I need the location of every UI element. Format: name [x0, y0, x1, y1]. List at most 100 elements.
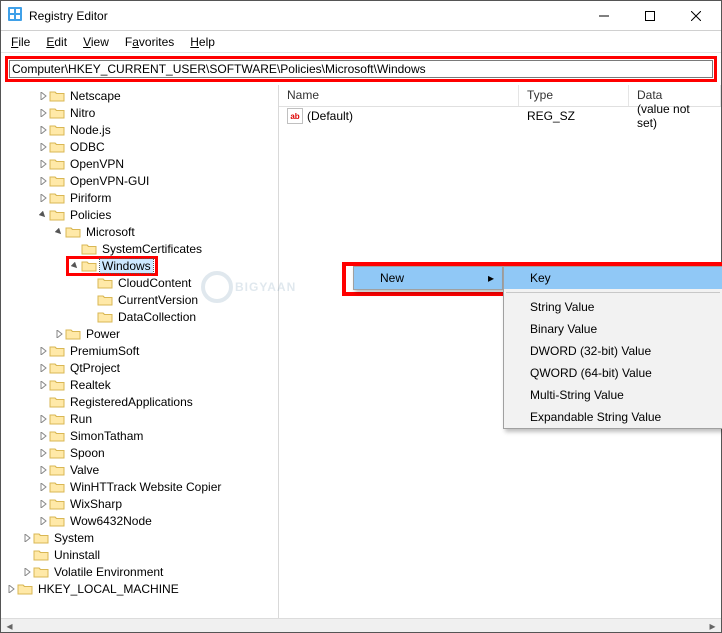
- tree-item[interactable]: Nitro: [5, 104, 278, 121]
- expand-icon[interactable]: [37, 500, 49, 508]
- menu-favorites[interactable]: Favorites: [119, 33, 180, 51]
- expand-icon[interactable]: [37, 347, 49, 355]
- expand-icon[interactable]: [21, 568, 33, 576]
- context-menu[interactable]: New ▸: [353, 266, 503, 290]
- scroll-left-button[interactable]: ◂: [1, 619, 18, 633]
- expand-icon[interactable]: [37, 160, 49, 168]
- tree-item[interactable]: System: [5, 529, 278, 546]
- tree-item[interactable]: CloudContent: [5, 274, 278, 291]
- tree-item[interactable]: CurrentVersion: [5, 291, 278, 308]
- expand-icon[interactable]: [37, 92, 49, 100]
- horizontal-scrollbar[interactable]: ◂ ▸: [1, 618, 721, 632]
- tree-item[interactable]: Valve: [5, 461, 278, 478]
- tree-item[interactable]: Volatile Environment: [5, 563, 278, 580]
- tree-item[interactable]: Run: [5, 410, 278, 427]
- folder-icon: [81, 259, 97, 273]
- context-dword[interactable]: DWORD (32-bit) Value: [504, 340, 722, 362]
- expand-icon[interactable]: [37, 109, 49, 117]
- app-title: Registry Editor: [29, 9, 581, 23]
- tree-item[interactable]: Netscape: [5, 87, 278, 104]
- menu-file[interactable]: File: [5, 33, 36, 51]
- scroll-track[interactable]: [18, 619, 704, 632]
- menu-view[interactable]: View: [77, 33, 115, 51]
- tree-item[interactable]: Microsoft: [5, 223, 278, 240]
- list-row[interactable]: ab (Default) REG_SZ (value not set): [279, 107, 721, 125]
- context-expand[interactable]: Expandable String Value: [504, 406, 722, 428]
- expand-icon[interactable]: [37, 415, 49, 423]
- expand-icon[interactable]: [37, 194, 49, 202]
- folder-icon: [97, 276, 113, 290]
- context-key[interactable]: Key: [504, 267, 722, 289]
- minimize-button[interactable]: [581, 1, 627, 31]
- expand-icon[interactable]: [37, 517, 49, 525]
- col-type[interactable]: Type: [519, 85, 629, 106]
- collapse-icon[interactable]: [69, 262, 81, 270]
- expand-icon[interactable]: [5, 585, 17, 593]
- tree-item[interactable]: Piriform: [5, 189, 278, 206]
- tree-item-label: PremiumSoft: [68, 344, 141, 358]
- tree-item-label: CloudContent: [116, 276, 193, 290]
- tree-item[interactable]: WixSharp: [5, 495, 278, 512]
- context-new[interactable]: New ▸: [354, 267, 502, 289]
- col-name[interactable]: Name: [279, 85, 519, 106]
- folder-icon: [49, 208, 65, 222]
- expand-icon[interactable]: [37, 143, 49, 151]
- context-string[interactable]: String Value: [504, 296, 722, 318]
- address-bar[interactable]: Computer\HKEY_CURRENT_USER\SOFTWARE\Poli…: [9, 60, 713, 78]
- expand-icon[interactable]: [53, 330, 65, 338]
- expand-icon[interactable]: [37, 432, 49, 440]
- scroll-right-button[interactable]: ▸: [704, 619, 721, 633]
- context-binary[interactable]: Binary Value: [504, 318, 722, 340]
- tree-item[interactable]: Uninstall: [5, 546, 278, 563]
- tree-item-label: Microsoft: [84, 225, 137, 239]
- expand-icon[interactable]: [37, 126, 49, 134]
- expand-icon[interactable]: [21, 534, 33, 542]
- tree-item-label: Netscape: [68, 89, 123, 103]
- expand-icon[interactable]: [37, 177, 49, 185]
- tree-item[interactable]: ODBC: [5, 138, 278, 155]
- menu-edit[interactable]: Edit: [40, 33, 73, 51]
- tree-item[interactable]: PremiumSoft: [5, 342, 278, 359]
- menu-bar: File Edit View Favorites Help: [1, 31, 721, 53]
- tree-item-label: ODBC: [68, 140, 107, 154]
- list-pane[interactable]: Name Type Data ab (Default) REG_SZ (valu…: [279, 85, 721, 624]
- tree-item[interactable]: RegisteredApplications: [5, 393, 278, 410]
- folder-icon: [97, 293, 113, 307]
- expand-icon[interactable]: [37, 364, 49, 372]
- tree-item[interactable]: Policies: [5, 206, 278, 223]
- collapse-icon[interactable]: [53, 228, 65, 236]
- tree-item[interactable]: WinHTTrack Website Copier: [5, 478, 278, 495]
- tree-item-label: WinHTTrack Website Copier: [68, 480, 223, 494]
- tree-pane[interactable]: NetscapeNitroNode.js ODBCOpenVPNOpenVPN-G…: [1, 85, 279, 624]
- tree-item[interactable]: HKEY_LOCAL_MACHINE: [5, 580, 278, 597]
- context-separator: [506, 292, 720, 293]
- tree-item-label: Piriform: [68, 191, 113, 205]
- context-multi[interactable]: Multi-String Value: [504, 384, 722, 406]
- expand-icon[interactable]: [37, 381, 49, 389]
- maximize-button[interactable]: [627, 1, 673, 31]
- tree-item[interactable]: SystemCertificates: [5, 240, 278, 257]
- expand-icon[interactable]: [37, 466, 49, 474]
- tree-item[interactable]: OpenVPN-GUI: [5, 172, 278, 189]
- tree-item[interactable]: Spoon: [5, 444, 278, 461]
- collapse-icon[interactable]: [37, 211, 49, 219]
- tree-item[interactable]: Wow6432Node: [5, 512, 278, 529]
- menu-help[interactable]: Help: [184, 33, 221, 51]
- tree-item[interactable]: OpenVPN: [5, 155, 278, 172]
- tree-item-label: DataCollection: [116, 310, 198, 324]
- tree-item[interactable]: Power: [5, 325, 278, 342]
- tree-item[interactable]: QtProject: [5, 359, 278, 376]
- tree-item[interactable]: SimonTatham: [5, 427, 278, 444]
- expand-icon[interactable]: [37, 449, 49, 457]
- address-bar-text: Computer\HKEY_CURRENT_USER\SOFTWARE\Poli…: [12, 62, 426, 76]
- context-qword[interactable]: QWORD (64-bit) Value: [504, 362, 722, 384]
- close-button[interactable]: [673, 1, 719, 31]
- expand-icon[interactable]: [37, 483, 49, 491]
- tree-item[interactable]: Realtek: [5, 376, 278, 393]
- context-submenu[interactable]: Key String Value Binary Value DWORD (32-…: [503, 266, 722, 429]
- folder-icon: [65, 225, 81, 239]
- tree-item[interactable]: Node.js: [5, 121, 278, 138]
- tree-item[interactable]: Windows: [5, 257, 278, 274]
- tree-item-label: RegisteredApplications: [68, 395, 195, 409]
- tree-item[interactable]: DataCollection: [5, 308, 278, 325]
